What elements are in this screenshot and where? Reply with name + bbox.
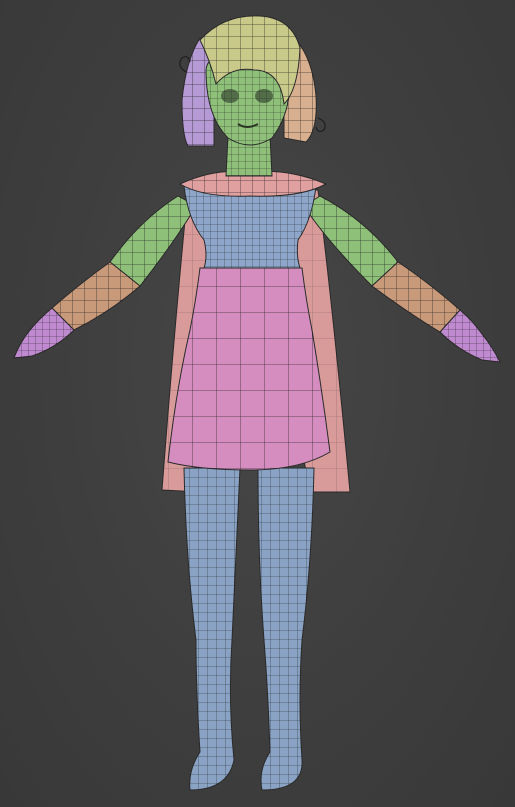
arm-left [13,195,197,359]
legs [183,467,315,791]
character-mesh[interactable] [0,0,515,807]
3d-viewport[interactable] [0,0,515,807]
head [179,15,326,147]
